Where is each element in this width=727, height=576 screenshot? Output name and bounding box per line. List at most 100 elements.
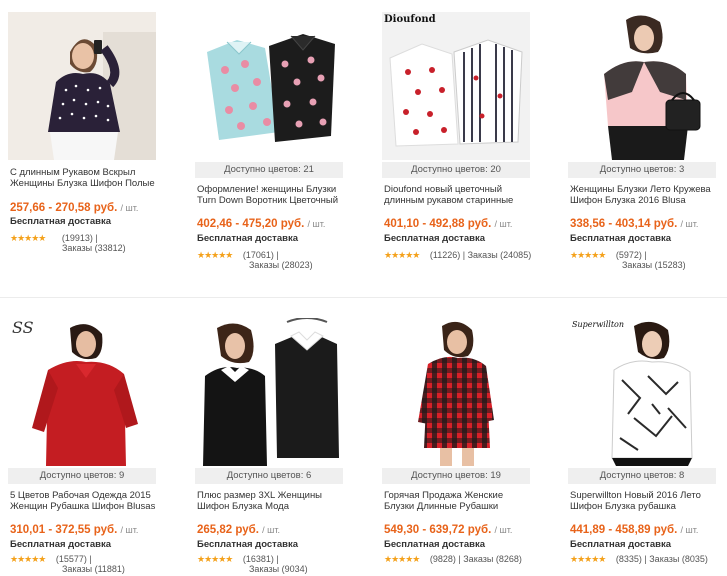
product-card[interactable]: SS Доступно цветов: 9 5 Цветов Рабочая О… [8,318,168,575]
product-title-line[interactable]: Superwillton Новый 2016 Лето [570,490,720,501]
product-title[interactable]: Dioufond новый цветочный длинным рукавом… [384,184,534,206]
available-colors: Доступно цветов: 9 [8,468,156,484]
product-title[interactable]: Оформление! женщины Блузки Turn Down Вор… [197,184,347,206]
product-title-line[interactable]: Женщины Блузка Шифон Полые [10,178,160,189]
orders-count[interactable]: Заказы (9034) [249,564,308,575]
price-amount: 257,66 - 270,58 руб. [10,202,118,214]
product-title-line[interactable]: Женщины Блузки Лето Кружева [570,184,720,195]
review-count[interactable]: (5972) [616,250,642,260]
product-title-line[interactable]: Горячая Продажа Женские [384,490,534,501]
product-card[interactable]: Superwillton Доступно цветов: 8 Superwil… [568,318,727,573]
divider: | [644,554,647,564]
product-image[interactable]: Superwillton [568,318,716,466]
divider: | [95,233,98,243]
orders-count[interactable]: Заказы (28023) [249,260,313,271]
orders-count[interactable]: Заказы (8268) [463,554,522,564]
product-title-line[interactable]: Шифон Блузка Мода [197,501,347,512]
review-count[interactable]: (17061) [243,250,274,260]
rating-row: ★★★★★ (11226) | Заказы (24085) [384,250,531,261]
product-photo [382,12,530,160]
rating-row: ★★★★★ (9828) | Заказы (8268) [384,554,522,565]
review-count[interactable]: (16381) [243,554,274,564]
review-count[interactable]: (11226) [430,250,460,260]
product-title-line[interactable]: Dioufond новый цветочный [384,184,534,195]
star-rating-icon: ★★★★★ [384,554,420,564]
product-title-line[interactable]: Turn Down Воротник Цветочный [197,195,347,206]
free-shipping-label: Бесплатная доставка [570,539,671,550]
product-photo [568,318,716,466]
review-count[interactable]: (8335) [616,554,642,564]
divider: | [89,554,92,564]
product-title[interactable]: Женщины Блузки Лето Кружева Шифон Блузка… [570,184,720,206]
star-rating-icon: ★★★★★ [570,554,606,564]
product-card[interactable]: Доступно цветов: 21 Оформление! женщины … [195,12,355,282]
product-title[interactable]: 5 Цветов Рабочая Одежда 2015 Женщин Руба… [10,490,160,512]
free-shipping-label: Бесплатная доставка [570,233,671,244]
product-title-line[interactable]: длинным рукавом старинные [384,195,534,206]
product-image[interactable]: SS [8,318,156,466]
product-title-line[interactable]: Блузки Длинные Рубашки [384,501,534,512]
price: 265,82 руб. / шт. [197,523,280,537]
brand-logo: SS [12,318,34,337]
product-image[interactable] [568,12,716,160]
product-title-line[interactable]: С длинным Рукавом Вскрыл [10,167,160,178]
product-photo [8,318,156,466]
product-photo [195,12,343,160]
price-unit: / шт. [307,219,326,229]
orders-count[interactable]: Заказы (24085) [468,250,532,260]
product-image[interactable] [8,12,156,160]
product-title[interactable]: Горячая Продажа Женские Блузки Длинные Р… [384,490,534,512]
product-title-line[interactable]: Плюс размер 3XL Женщины [197,490,347,501]
product-card[interactable]: Dioufond Доступно цветов: 20 Dioufond но… [382,12,542,282]
product-image[interactable] [382,318,530,466]
free-shipping-label: Бесплатная доставка [384,233,485,244]
free-shipping-label: Бесплатная доставка [197,233,298,244]
product-title[interactable]: Плюс размер 3XL Женщины Шифон Блузка Мод… [197,490,347,512]
product-title[interactable]: Superwillton Новый 2016 Лето Шифон Блузк… [570,490,720,512]
review-count[interactable]: (19913) [62,233,93,243]
price-unit: / шт. [494,219,513,229]
product-card[interactable]: Доступно цветов: 19 Горячая Продажа Женс… [382,318,542,573]
product-photo [195,318,343,466]
orders-count[interactable]: Заказы (33812) [62,243,126,254]
star-rating-icon: ★★★★★ [570,250,606,260]
review-count[interactable]: (9828) [430,554,456,564]
review-count[interactable]: (15577) [56,554,87,564]
price-unit: / шт. [262,525,280,535]
orders-count[interactable]: Заказы (8035) [649,554,708,564]
product-title-line[interactable]: Шифон Блузка рубашка [570,501,720,512]
product-image[interactable] [195,12,343,160]
product-title-line[interactable]: Шифон Блузка 2016 Blusa [570,195,720,206]
product-photo [8,12,156,160]
free-shipping-label: Бесплатная доставка [197,539,298,550]
free-shipping-label: Бесплатная доставка [10,216,111,227]
product-title[interactable]: С длинным Рукавом Вскрыл Женщины Блузка … [10,167,160,189]
product-title-line[interactable]: Женщин Рубашка Шифон Blusas [10,501,160,512]
available-colors: Доступно цветов: 8 [568,468,716,484]
free-shipping-label: Бесплатная доставка [384,539,485,550]
price: 257,66 - 270,58 руб. / шт. [10,201,138,215]
available-colors: Доступно цветов: 3 [568,162,716,178]
divider: | [644,250,647,260]
orders-count[interactable]: Заказы (15283) [622,260,686,271]
brand-logo: Dioufond [384,14,436,25]
available-colors: Доступно цветов: 19 [382,468,530,484]
price: 338,56 - 403,14 руб. / шт. [570,217,698,231]
price-amount: 338,56 - 403,14 руб. [570,218,678,230]
star-rating-icon: ★★★★★ [197,554,233,564]
product-card[interactable]: Доступно цветов: 3 Женщины Блузки Лето К… [568,12,727,282]
star-rating-icon: ★★★★★ [384,250,420,260]
product-image[interactable] [195,318,343,466]
product-title-line[interactable]: Оформление! женщины Блузки [197,184,347,195]
product-image[interactable]: Dioufond [382,12,530,160]
product-card[interactable]: С длинным Рукавом Вскрыл Женщины Блузка … [8,12,168,282]
available-colors: Доступно цветов: 20 [382,162,530,178]
price: 441,89 - 458,89 руб. / шт. [570,523,698,537]
product-title-line[interactable]: 5 Цветов Рабочая Одежда 2015 [10,490,160,501]
orders-count[interactable]: Заказы (11881) [62,564,125,575]
star-rating-icon: ★★★★★ [10,554,46,564]
price-unit: / шт. [680,219,699,229]
brand-logo: Superwillton [572,320,625,329]
price-amount: 401,10 - 492,88 руб. [384,218,492,230]
product-card[interactable]: Доступно цветов: 6 Плюс размер 3XL Женщи… [195,318,355,575]
